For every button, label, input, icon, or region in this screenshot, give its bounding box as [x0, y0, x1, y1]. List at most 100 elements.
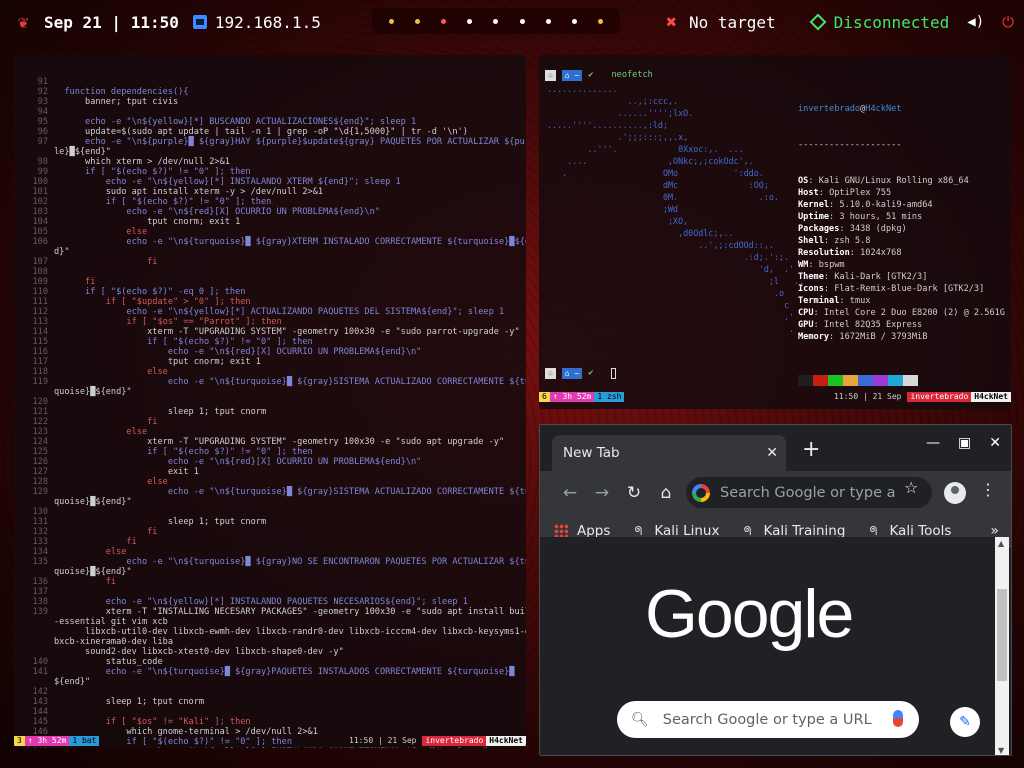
- workspace-dot[interactable]: [414, 18, 420, 24]
- back-arrow-icon[interactable]: ←: [554, 483, 586, 503]
- tmux-uptime: ↑ 3h 52m: [549, 392, 595, 402]
- line-text: fi: [54, 257, 158, 267]
- code-line: 126 echo -e "\n${red}[X] OCURRIO UN PROB…: [16, 457, 526, 467]
- target-indicator: ✖ No target: [666, 12, 776, 33]
- customize-pencil-icon[interactable]: ✎: [950, 707, 980, 737]
- tmux-status-bar: 6 ↑ 3h 52m 1 zsh 11:50 | 21 Sep inverteb…: [539, 392, 1011, 402]
- volume-icon[interactable]: ◀): [967, 14, 984, 30]
- microphone-icon[interactable]: [893, 710, 903, 727]
- tmux-pane[interactable]: 1 zsh: [594, 392, 625, 402]
- line-text: exit 1: [54, 467, 199, 477]
- code-line: 133 fi: [16, 537, 526, 547]
- shell-prompt-2: ♤ ⌂ ~ ✔: [545, 367, 617, 379]
- line-text: echo -e "\n${red}[X] OCURRIO UN PROBLEMA…: [54, 457, 422, 467]
- code-line: 141 echo -e "\n${turquoise}█ ${gray}PAQU…: [16, 667, 526, 677]
- kebab-menu-icon[interactable]: ⋮: [980, 480, 996, 499]
- omnibox[interactable]: Search Google or type a: [686, 477, 932, 508]
- search-box[interactable]: 🔍︎ Search Google or type a URL: [617, 701, 919, 738]
- tmux-window[interactable]: 6: [539, 392, 550, 402]
- prompt-dir-segment: ⌂ ~: [561, 367, 583, 379]
- scroll-thumb[interactable]: [997, 589, 1007, 681]
- line-text: quoise}█${end}": [54, 497, 132, 507]
- code-line: 132 fi: [16, 527, 526, 537]
- system-info: invertebrado@H4ckNet -------------------…: [798, 79, 1005, 409]
- workspace-dot[interactable]: [572, 18, 578, 24]
- info-row: Resolution: 1024x768: [798, 248, 902, 258]
- code-line: bxcb-xinerama0-dev liba: [16, 637, 526, 647]
- info-value: 3438 (dpkg): [849, 224, 907, 234]
- code-line: -essential git vim xcb: [16, 617, 526, 627]
- tmux-window[interactable]: 3: [14, 736, 25, 746]
- workspace-dot[interactable]: [545, 18, 551, 24]
- line-text: echo -e "\n${red}[X] OCURRIO UN PROBLEMA…: [54, 347, 422, 357]
- line-number: 110: [32, 287, 48, 297]
- info-key: Host: [798, 188, 819, 198]
- scroll-up-icon[interactable]: ▲: [998, 539, 1004, 548]
- browser-toolbar: ← → ↻ ⌂ Search Google or type a ☆ ⋮: [540, 471, 1011, 515]
- code-line: 107 fi: [16, 257, 526, 267]
- line-text: if [ "$(echo $?)" != "0" ]; then: [54, 447, 313, 457]
- info-value: Kali-Dark [GTK2/3]: [834, 272, 928, 282]
- close-window-icon[interactable]: ✕: [989, 435, 1001, 451]
- info-value: 1024x768: [860, 248, 902, 258]
- code-line: libxcb-util0-dev libxcb-ewmh-dev libxcb-…: [16, 627, 526, 637]
- info-key: CPU: [798, 308, 814, 318]
- code-line: 95 echo -e "\n${yellow}[*] BUSCANDO ACTU…: [16, 117, 526, 127]
- code-line: 106 echo -e "\n${turquoise}█ ${gray}XTER…: [16, 237, 526, 247]
- line-text: banner; tput civis: [54, 97, 179, 107]
- info-row: OS: Kali GNU/Linux Rolling x86_64: [798, 176, 969, 186]
- kali-dragon-icon[interactable]: ❦: [12, 11, 34, 33]
- reload-icon[interactable]: ↻: [618, 483, 650, 503]
- info-value: bspwm: [818, 260, 845, 270]
- info-key: WM: [798, 260, 809, 270]
- line-number: 107: [32, 257, 48, 267]
- info-row: CPU: Intel Core 2 Duo E8200 (2) @ 2.561G: [798, 308, 1005, 318]
- prompt-os-segment: ♤: [545, 69, 556, 81]
- neofetch-terminal-pane[interactable]: ♤ ⌂ ~ ✔ neofetch .............. ..,;:ccc…: [539, 55, 1011, 409]
- new-tab-button[interactable]: +: [802, 437, 820, 462]
- close-tab-icon[interactable]: ✕: [766, 445, 778, 461]
- line-number: 122: [32, 417, 48, 427]
- home-icon[interactable]: ⌂: [650, 483, 682, 503]
- code-line: 98 which xterm > /dev/null 2>&1: [16, 157, 526, 167]
- info-value: 3 hours, 51 mins: [839, 212, 923, 222]
- code-line: 130: [16, 507, 526, 517]
- scroll-down-icon[interactable]: ▼: [998, 746, 1004, 755]
- code-line: 100 echo -e "\n${yellow}[*] INSTALANDO X…: [16, 177, 526, 187]
- line-number: 140: [32, 657, 48, 667]
- prompt-dir-segment: ⌂ ~: [561, 69, 583, 81]
- workspace-dot[interactable]: [598, 18, 604, 24]
- line-text: status_code: [54, 657, 163, 667]
- maximize-icon[interactable]: ▣: [958, 435, 971, 451]
- line-number: 143: [32, 697, 48, 707]
- tab-new-tab[interactable]: New Tab ✕: [552, 435, 786, 471]
- code-line: 148 echo -e "\n${yellow}[*] INSTALANDO G…: [16, 747, 526, 748]
- line-number: 106: [32, 237, 48, 247]
- code-editor-pane[interactable]: 91 92 function dependencies(){93 banner; …: [14, 55, 526, 748]
- code-line: 117 tput cnorm; exit 1: [16, 357, 526, 367]
- line-number: 94: [37, 107, 48, 117]
- line-number: 138: [32, 597, 48, 607]
- forward-arrow-icon[interactable]: →: [586, 483, 618, 503]
- info-value: Kali GNU/Linux Rolling x86_64: [818, 176, 969, 186]
- power-icon[interactable]: ⏻: [1002, 13, 1014, 31]
- search-icon: 🔍︎: [631, 711, 649, 728]
- workspace-dot[interactable]: [519, 18, 525, 24]
- line-text: else: [54, 367, 168, 377]
- profile-avatar-icon[interactable]: [944, 482, 966, 504]
- workspace-dot[interactable]: [441, 18, 447, 24]
- code-line: 103 echo -e "\n${red}[X] OCURRIO UN PROB…: [16, 207, 526, 217]
- code-line: 96 update=$(sudo apt update | tail -n 1 …: [16, 127, 526, 137]
- workspace-dot[interactable]: [493, 18, 499, 24]
- minimize-icon[interactable]: —: [926, 435, 940, 451]
- workspace-dot[interactable]: [467, 18, 473, 24]
- bookmark-star-icon[interactable]: ☆: [904, 478, 918, 497]
- tmux-pane[interactable]: 1 bat: [69, 736, 100, 746]
- workspace-dot[interactable]: [388, 18, 394, 24]
- line-text: sleep 1; tput cnorm: [54, 697, 205, 707]
- code-line: 131 sleep 1; tput cnorm: [16, 517, 526, 527]
- line-text: xterm -T "UPGRADING SYSTEM" -geometry 10…: [54, 327, 520, 337]
- page-scrollbar[interactable]: ▲ ▼: [995, 537, 1009, 755]
- check-icon: ✔: [588, 368, 594, 378]
- code-line: 124 xterm -T "UPGRADING SYSTEM" -geometr…: [16, 437, 526, 447]
